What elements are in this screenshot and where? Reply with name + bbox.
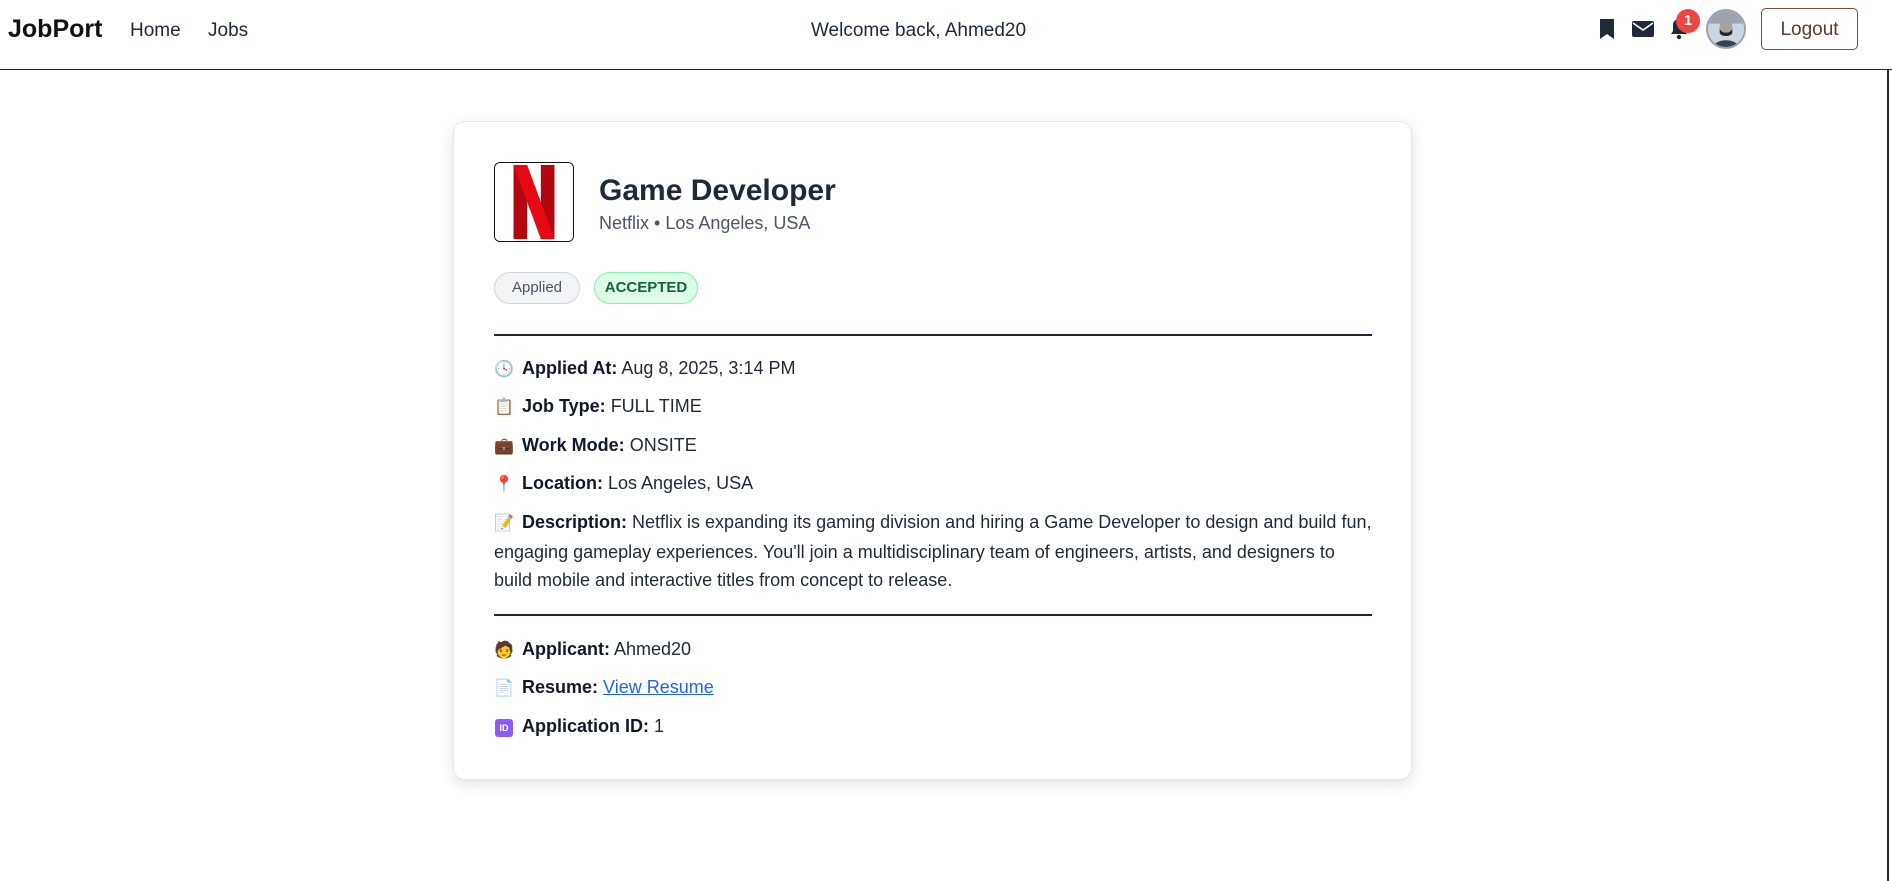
logout-button[interactable]: Logout: [1761, 8, 1858, 50]
applied-badge: Applied: [494, 272, 580, 304]
avatar[interactable]: [1706, 9, 1746, 49]
application-id-row: ID Application ID: 1: [494, 712, 1372, 742]
location-value: Los Angeles, USA: [608, 473, 754, 493]
application-id-value: 1: [654, 716, 665, 736]
memo-icon: 📝: [494, 515, 514, 532]
scrollbar-edge: [1887, 70, 1889, 881]
application-detail-card: Game Developer Netflix • Los Angeles, US…: [453, 121, 1412, 780]
mail-icon[interactable]: [1631, 17, 1655, 41]
work-mode-value: ONSITE: [629, 435, 697, 455]
work-mode-row: 💼 Work Mode: ONSITE: [494, 431, 1372, 461]
description-label: Description:: [522, 512, 628, 532]
application-id-label: Application ID:: [522, 716, 649, 736]
status-badge: ACCEPTED: [594, 272, 698, 304]
company-logo: [494, 162, 574, 242]
welcome-message: Welcome back, Ahmed20: [810, 20, 1027, 41]
work-mode-label: Work Mode:: [522, 435, 625, 455]
navbar: JobPort Home Jobs Welcome back, Ahmed20 …: [0, 0, 1892, 70]
job-company-location: Netflix • Los Angeles, USA: [599, 213, 811, 233]
job-type-label: Job Type:: [522, 396, 606, 416]
applied-at-value: Aug 8, 2025, 3:14 PM: [621, 358, 796, 378]
divider: [494, 334, 1372, 336]
notification-count-badge: 1: [1676, 9, 1700, 33]
id-icon: ID: [494, 714, 514, 742]
clock-icon: 🕓: [494, 361, 514, 378]
divider: [494, 614, 1372, 616]
clipboard-icon: 📋: [494, 399, 514, 416]
document-icon: 📄: [494, 680, 514, 697]
view-resume-link[interactable]: View Resume: [603, 677, 714, 697]
applied-at-row: 🕓 Applied At: Aug 8, 2025, 3:14 PM: [494, 354, 1372, 384]
bookmark-icon[interactable]: [1595, 17, 1619, 41]
resume-row: 📄 Resume: View Resume: [494, 673, 1372, 703]
briefcase-icon: 💼: [494, 438, 514, 455]
job-type-value: FULL TIME: [610, 396, 702, 416]
location-label: Location:: [522, 473, 603, 493]
job-type-row: 📋 Job Type: FULL TIME: [494, 392, 1372, 422]
pin-icon: 📍: [494, 476, 514, 493]
job-title: Game Developer: [599, 174, 836, 207]
description-row: 📝 Description: Netflix is expanding its g…: [494, 508, 1372, 594]
applicant-row: 🧑 Applicant: Ahmed20: [494, 635, 1372, 665]
location-row: 📍 Location: Los Angeles, USA: [494, 469, 1372, 499]
resume-label: Resume:: [522, 677, 599, 697]
applicant-label: Applicant:: [522, 639, 610, 659]
applied-at-label: Applied At:: [522, 358, 618, 378]
person-icon: 🧑: [494, 642, 514, 659]
applicant-value: Ahmed20: [614, 639, 692, 659]
